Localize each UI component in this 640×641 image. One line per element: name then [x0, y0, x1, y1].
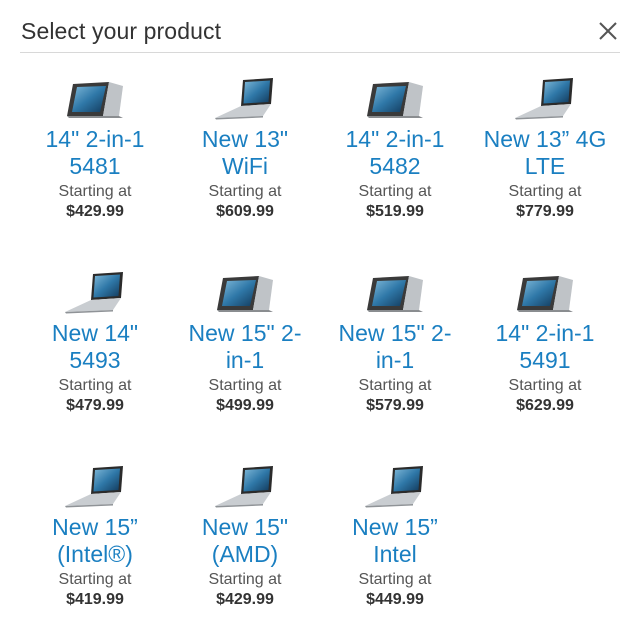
- product-image: [513, 270, 577, 314]
- product-tile[interactable]: New 14" 5493 Starting at $479.99: [20, 264, 170, 458]
- product-name[interactable]: New 15" 2- in-1: [170, 320, 320, 374]
- dialog-title: Select your product: [21, 18, 222, 44]
- starting-at-label: Starting at: [208, 377, 282, 394]
- product-price: $419.99: [66, 591, 124, 608]
- dialog-header: Select your product: [20, 14, 620, 53]
- starting-at-label: Starting at: [58, 571, 132, 588]
- product-tile[interactable]: New 13” 4G LTE Starting at $779.99: [470, 70, 620, 264]
- product-tile[interactable]: New 15" (AMD) Starting at $429.99: [170, 458, 320, 641]
- product-tile[interactable]: New 13" WiFi Starting at $609.99: [170, 70, 320, 264]
- product-name[interactable]: New 15” (Intel®): [20, 514, 170, 568]
- product-price: $429.99: [66, 203, 124, 220]
- product-price: $629.99: [516, 397, 574, 414]
- product-image: [63, 464, 127, 508]
- product-image: [63, 76, 127, 120]
- product-name[interactable]: New 13" WiFi: [170, 126, 320, 180]
- product-price: $579.99: [366, 397, 424, 414]
- starting-at-label: Starting at: [208, 571, 282, 588]
- product-image: [363, 270, 427, 314]
- product-selector-dialog: Select your product 14" 2-in-1 5481 Start…: [0, 0, 640, 641]
- product-price: $609.99: [216, 203, 274, 220]
- product-price: $429.99: [216, 591, 274, 608]
- product-name[interactable]: New 15” Intel: [320, 514, 470, 568]
- product-tile[interactable]: 14" 2-in-1 5491 Starting at $629.99: [470, 264, 620, 458]
- product-price: $449.99: [366, 591, 424, 608]
- product-name[interactable]: 14" 2-in-1 5491: [470, 320, 620, 374]
- product-tile[interactable]: 14" 2-in-1 5481 Starting at $429.99: [20, 70, 170, 264]
- starting-at-label: Starting at: [508, 183, 582, 200]
- product-name[interactable]: 14" 2-in-1 5482: [320, 126, 470, 180]
- product-tile[interactable]: New 15" 2- in-1 Starting at $579.99: [320, 264, 470, 458]
- starting-at-label: Starting at: [358, 571, 432, 588]
- starting-at-label: Starting at: [358, 377, 432, 394]
- close-button[interactable]: [596, 19, 620, 43]
- product-tile[interactable]: 14" 2-in-1 5482 Starting at $519.99: [320, 70, 470, 264]
- product-image: [213, 464, 277, 508]
- product-name[interactable]: New 14" 5493: [20, 320, 170, 374]
- product-price: $499.99: [216, 397, 274, 414]
- product-name[interactable]: New 15" (AMD): [170, 514, 320, 568]
- product-image: [363, 464, 427, 508]
- product-name[interactable]: 14" 2-in-1 5481: [20, 126, 170, 180]
- starting-at-label: Starting at: [58, 183, 132, 200]
- product-grid: 14" 2-in-1 5481 Starting at $429.99 New 13"…: [20, 70, 620, 641]
- product-image: [63, 270, 127, 314]
- product-price: $519.99: [366, 203, 424, 220]
- product-name[interactable]: New 13” 4G LTE: [470, 126, 620, 180]
- close-icon: [599, 22, 617, 40]
- product-image: [213, 270, 277, 314]
- product-tile[interactable]: New 15" 2- in-1 Starting at $499.99: [170, 264, 320, 458]
- starting-at-label: Starting at: [208, 183, 282, 200]
- product-tile[interactable]: New 15” Intel Starting at $449.99: [320, 458, 470, 641]
- product-price: $479.99: [66, 397, 124, 414]
- product-price: $779.99: [516, 203, 574, 220]
- starting-at-label: Starting at: [508, 377, 582, 394]
- product-image: [213, 76, 277, 120]
- product-image: [363, 76, 427, 120]
- product-image: [513, 76, 577, 120]
- product-tile[interactable]: New 15” (Intel®) Starting at $419.99: [20, 458, 170, 641]
- starting-at-label: Starting at: [358, 183, 432, 200]
- starting-at-label: Starting at: [58, 377, 132, 394]
- product-name[interactable]: New 15" 2- in-1: [320, 320, 470, 374]
